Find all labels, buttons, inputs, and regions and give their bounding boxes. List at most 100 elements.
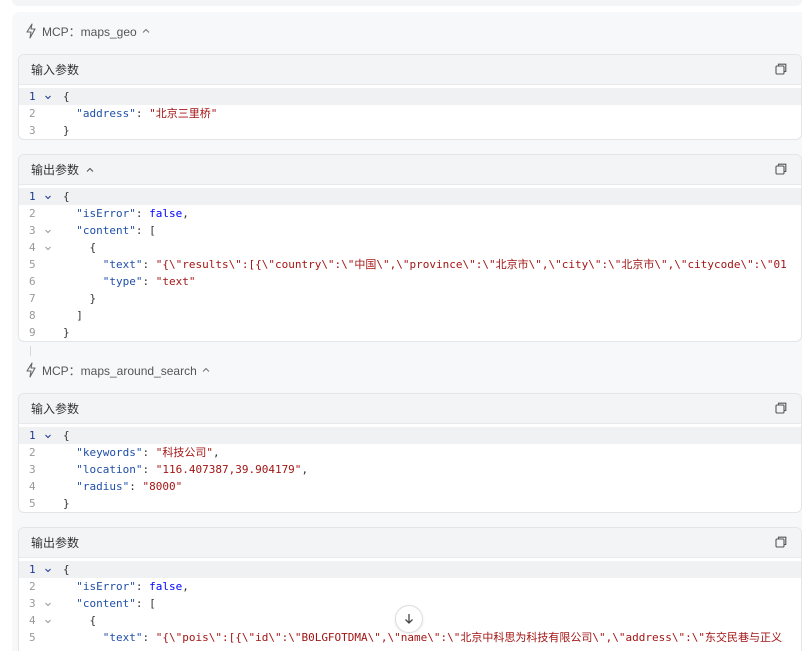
input-params-header[interactable]: 输入参数 — [19, 55, 801, 85]
code-token: false — [149, 580, 183, 593]
line-gutter: 1 — [19, 561, 63, 578]
output-params-title: 输出参数 — [31, 536, 80, 550]
chevron-down-icon[interactable] — [43, 92, 53, 102]
chevron-up-icon[interactable] — [85, 165, 95, 175]
code-token: "{\"results\":[{\"country\":\"中国\",\"pro… — [155, 258, 787, 271]
line-number: 7 — [29, 292, 36, 305]
line-gutter: 1 — [19, 427, 63, 444]
code-token: "116.407387,39.904179" — [155, 463, 302, 476]
output-params-title: 输出参数 — [31, 163, 80, 177]
scroll-to-bottom-button[interactable] — [395, 605, 423, 633]
chevron-down-icon[interactable] — [43, 192, 53, 202]
line-number: 3 — [29, 597, 36, 610]
input-params-card: 输入参数 1 {2 "keywords": "科技公司", 3 "location"… — [18, 393, 802, 513]
code-token: "text" — [155, 275, 196, 288]
mcp-tool-label: MCP：maps_geo — [42, 24, 137, 39]
line-number: 5 — [29, 497, 36, 510]
code-line: 6 "type": "text" — [19, 273, 801, 290]
code-text: "location": "116.407387,39.904179", — [63, 461, 308, 478]
chevron-up-icon[interactable] — [201, 365, 211, 375]
code-token: { — [63, 241, 97, 254]
chevron-up-icon[interactable] — [141, 26, 151, 36]
line-number: 8 — [29, 309, 36, 322]
code-line: 5 "text": "{\"results\":[{\"country\":\"… — [19, 256, 801, 273]
code-line: 3} — [19, 122, 801, 139]
line-number: 4 — [29, 614, 36, 627]
code-token: , — [212, 446, 220, 459]
line-number: 2 — [29, 580, 36, 593]
code-line: 4 "radius": "8000" — [19, 478, 801, 495]
line-number: 3 — [29, 463, 36, 476]
chevron-down-icon[interactable] — [43, 565, 53, 575]
line-gutter: 2 — [19, 205, 63, 222]
code-token: { — [63, 90, 70, 103]
copy-icon[interactable] — [775, 402, 787, 414]
code-token: : — [142, 446, 156, 459]
line-gutter: 3 — [19, 461, 63, 478]
code-text: "isError": false, — [63, 578, 189, 595]
output-params-header[interactable]: 输出参数 — [19, 155, 801, 185]
line-gutter: 5 — [19, 495, 63, 512]
code-token: "text" — [102, 258, 143, 271]
code-text: "address": "北京三里桥" — [63, 105, 217, 122]
line-gutter: 9 — [19, 324, 63, 341]
code-text: "isError": false, — [63, 205, 189, 222]
code-token: : — [135, 207, 150, 220]
line-gutter: 5 — [19, 629, 63, 646]
code-line: 1{ — [19, 188, 801, 205]
code-token: , — [301, 463, 309, 476]
code-token: "content" — [76, 597, 136, 610]
chevron-down-icon[interactable] — [43, 599, 53, 609]
line-number: 6 — [29, 275, 36, 288]
code-line: 2 "isError": false, — [19, 578, 801, 595]
line-number: 1 — [29, 190, 36, 203]
code-token: : [ — [135, 224, 156, 237]
code-token: "8000" — [142, 480, 183, 493]
code-text: } — [63, 495, 70, 512]
code-token: "isError" — [76, 207, 136, 220]
line-gutter: 1 — [19, 188, 63, 205]
code-text: "content": [ — [63, 222, 156, 239]
chevron-down-icon[interactable] — [43, 226, 53, 236]
arrow-down-icon — [405, 614, 413, 624]
mcp-tool-header-maps-around-search[interactable]: MCP：maps_around_search — [24, 360, 211, 380]
code-text: { — [63, 427, 70, 444]
code-token: } — [63, 497, 70, 510]
copy-icon[interactable] — [775, 536, 787, 548]
mcp-call-log: MCP：maps_geo 输入参数 1{2 "address": "北京三里桥"… — [12, 12, 802, 651]
line-gutter: 2 — [19, 578, 63, 595]
code-text: } — [63, 122, 70, 139]
chevron-down-icon[interactable] — [43, 616, 53, 626]
timeline-connector — [30, 346, 31, 356]
chevron-down-icon[interactable] — [43, 243, 53, 253]
code-text: "keywords": "科技公司", — [63, 444, 220, 461]
code-token: "content" — [76, 224, 136, 237]
code-token: : — [135, 107, 150, 120]
code-text: } — [63, 290, 96, 307]
output-params-header[interactable]: 输出参数 — [19, 528, 801, 558]
input-params-title: 输入参数 — [31, 402, 80, 416]
code-line: 8 ] — [19, 307, 801, 324]
line-number: 1 — [29, 429, 36, 442]
code-text: } — [63, 324, 70, 341]
code-line: 7 } — [19, 290, 801, 307]
line-number: 3 — [29, 124, 36, 137]
mcp-tool-header-maps-geo[interactable]: MCP：maps_geo — [24, 21, 151, 41]
copy-icon[interactable] — [775, 163, 787, 175]
line-gutter: 8 — [19, 307, 63, 324]
code-token: } — [63, 326, 70, 339]
chevron-down-icon[interactable] — [43, 431, 53, 441]
code-token: { — [63, 563, 70, 576]
line-gutter: 2 — [19, 444, 63, 461]
line-number: 5 — [29, 631, 36, 644]
line-number: 1 — [29, 90, 36, 103]
input-params-title: 输入参数 — [31, 63, 80, 77]
input-params-header[interactable]: 输入参数 — [19, 394, 801, 424]
code-token: "科技公司" — [155, 446, 213, 459]
line-gutter: 4 — [19, 239, 63, 256]
copy-icon[interactable] — [775, 63, 787, 75]
